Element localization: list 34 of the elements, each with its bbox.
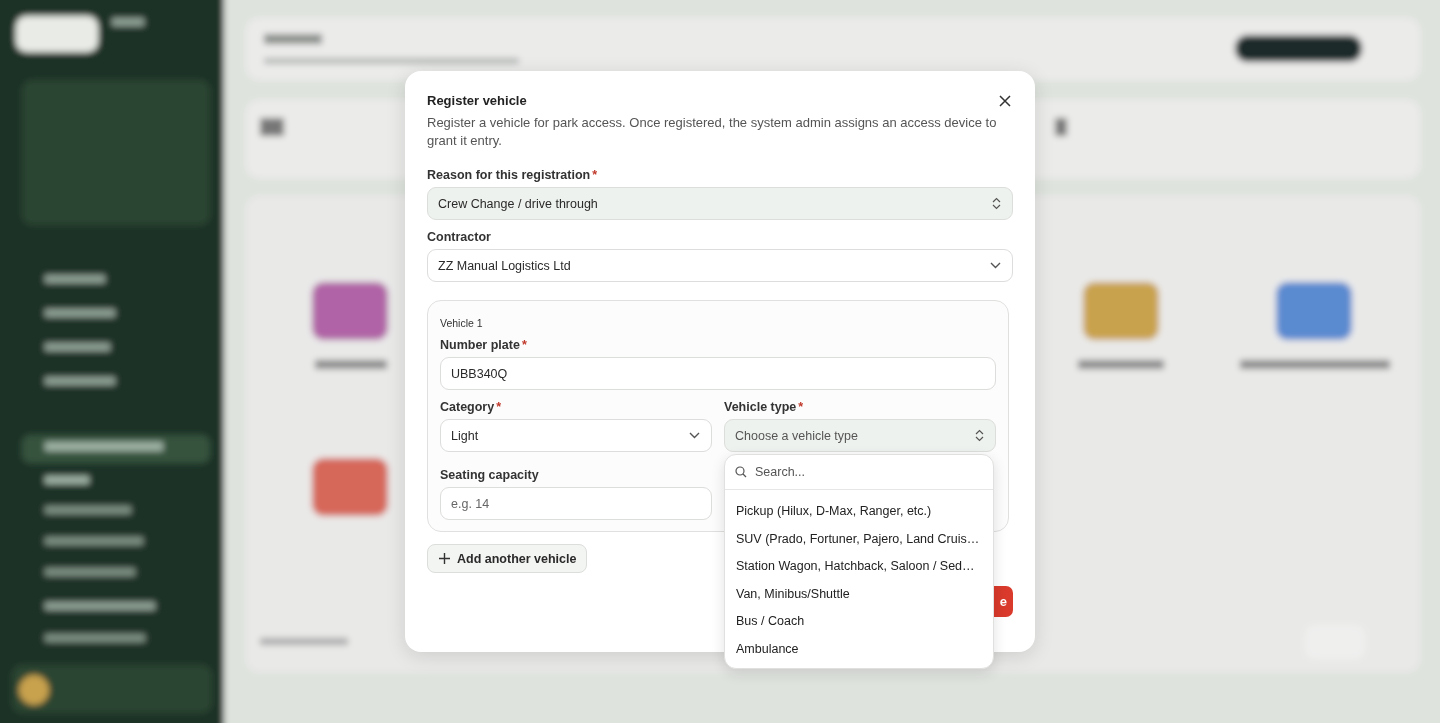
updown-chevron-icon	[992, 197, 1001, 210]
field-label: Number plate	[440, 338, 520, 352]
vehicle-type-option[interactable]: Station Wagon, Hatchback, Saloon / Sed…	[736, 553, 993, 581]
category-select[interactable]: Light	[440, 419, 712, 452]
contractor-select[interactable]: ZZ Manual Logistics Ltd	[427, 249, 1013, 282]
search-input[interactable]: Search...	[755, 465, 955, 479]
number-plate-input[interactable]: UBB340Q	[440, 357, 996, 390]
vehicle-type-option[interactable]: Bus / Coach	[736, 608, 993, 636]
required-mark: *	[798, 400, 804, 414]
vehicle-type-select[interactable]: Choose a vehicle type	[724, 419, 996, 452]
chevron-down-icon	[990, 262, 1001, 269]
vehicle-type-option[interactable]: Pickup (Hilux, D-Max, Ranger, etc.)	[736, 498, 993, 526]
dialog-description: Register a vehicle for park access. Once registered, the system admin assigns an access device to grant it entry.	[427, 114, 998, 150]
dialog-title: Register vehicle	[427, 93, 527, 108]
reason-select[interactable]: Crew Change / drive through	[427, 187, 1013, 220]
field-label: Seating capacity	[440, 468, 539, 482]
vehicle-type-option[interactable]: Ambulance	[736, 635, 993, 664]
vehicle-heading: Vehicle 1	[440, 317, 483, 329]
field-label: Vehicle type	[724, 400, 797, 414]
chevron-down-icon	[689, 432, 700, 439]
close-icon[interactable]	[999, 94, 1011, 107]
field-label: Category	[440, 400, 495, 414]
vehicle-type-option[interactable]: Van, Minibus/Shuttle	[736, 580, 993, 609]
required-mark: *	[496, 400, 502, 414]
field-label: Contractor	[427, 230, 491, 244]
required-mark: *	[592, 168, 598, 182]
plus-icon	[439, 553, 450, 564]
updown-chevron-icon	[975, 429, 984, 442]
required-mark: *	[521, 338, 527, 352]
search-icon	[735, 466, 747, 478]
field-label: Reason for this registration	[427, 168, 591, 182]
seating-capacity-input[interactable]: e.g. 14	[440, 487, 712, 520]
add-vehicle-button[interactable]: Add another vehicle	[427, 544, 588, 573]
vehicle-type-option[interactable]: SUV (Prado, Fortuner, Pajero, Land Cruis…	[736, 525, 993, 554]
